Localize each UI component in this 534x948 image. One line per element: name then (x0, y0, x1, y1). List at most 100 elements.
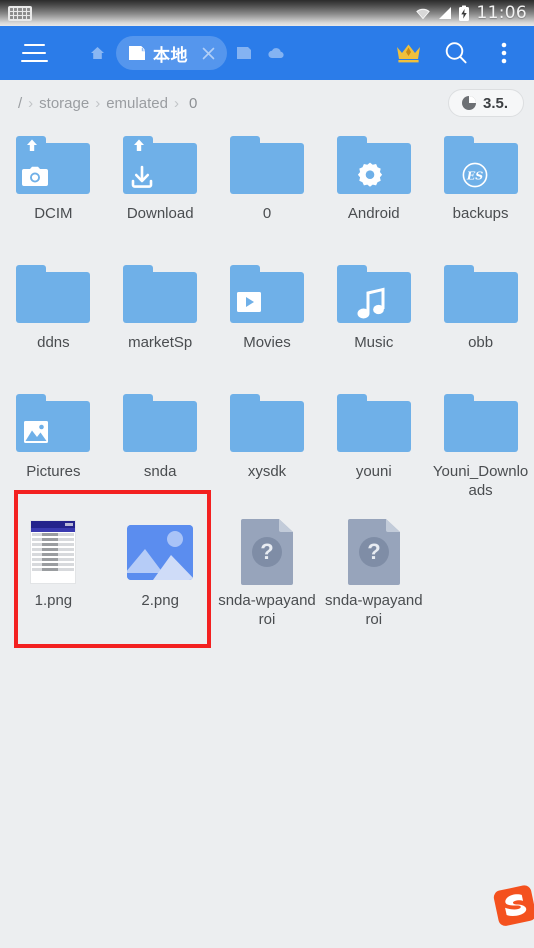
overflow-menu-icon[interactable] (482, 31, 526, 75)
music-note-icon (355, 287, 389, 321)
file-manager-screen: 11:06 本地 / › storage › emulated › 0 3.5.… (0, 0, 534, 948)
image-placeholder-icon-2-png (122, 521, 198, 583)
folder-icon-pictures (15, 392, 91, 454)
grid-item-label: xysdk (247, 463, 287, 480)
storage-badge-value: 3.5. (483, 94, 509, 112)
grid-item-label: Youni_Downloads (432, 463, 529, 499)
grid-item-2-png[interactable]: 2.png (107, 513, 214, 642)
pie-chart-icon (462, 96, 476, 110)
grid-item-label: backups (452, 205, 509, 222)
upload-arrow-icon (131, 138, 147, 154)
grid-item-obb[interactable]: obb (427, 255, 534, 384)
breadcrumb-item-storage[interactable]: storage (39, 95, 89, 112)
svg-text:?: ? (367, 539, 380, 564)
folder-icon-youni (336, 392, 412, 454)
breadcrumb-item-0[interactable]: 0 (185, 95, 197, 112)
hamburger-menu-icon[interactable] (12, 31, 56, 75)
grid-item-label: Android (347, 205, 400, 222)
search-icon[interactable] (434, 31, 478, 75)
cloud-icon-inactive[interactable] (261, 38, 291, 68)
folder-icon-music (336, 263, 412, 325)
question-mark-icon: ? (347, 519, 400, 585)
download-icon (127, 162, 157, 192)
status-bar-clock: 11:06 (476, 3, 527, 23)
status-bar: 11:06 (0, 0, 534, 26)
folder-icon-download (122, 134, 198, 196)
storage-badge[interactable]: 3.5. (448, 89, 524, 117)
grid-item-snda-wpayandroid-1[interactable]: ? snda-wpayandroi (214, 513, 321, 642)
grid-item-pictures[interactable]: Pictures (0, 384, 107, 513)
unknown-file-icon: ? (229, 519, 305, 585)
grid-item-1-png[interactable]: 1.png (0, 513, 107, 642)
folder-icon-movies (229, 263, 305, 325)
tab-strip: 本地 (82, 36, 291, 70)
gear-icon (355, 160, 385, 190)
folder-icon-dcim (15, 134, 91, 196)
grid-item-label: Pictures (26, 463, 81, 480)
toolbar-actions (386, 31, 534, 75)
question-mark-icon: ? (240, 519, 293, 585)
close-icon[interactable] (195, 40, 221, 66)
breadcrumb-separator: › (95, 94, 101, 112)
grid-item-label: snda (143, 463, 177, 480)
camera-icon (20, 162, 50, 192)
grid-item-dcim[interactable]: DCIM (0, 126, 107, 255)
grid-item-snda[interactable]: snda (107, 384, 214, 513)
grid-item-label: Download (126, 205, 194, 222)
folder-icon-youni-downloads (443, 392, 519, 454)
breadcrumb-separator: › (173, 94, 179, 112)
grid-item-label: marketSp (128, 334, 193, 351)
file-grid: DCIM Download 0 Android ES backups ddns … (0, 126, 534, 642)
unknown-file-icon: ? (336, 519, 412, 585)
folder-icon-snda (122, 392, 198, 454)
home-icon[interactable] (82, 38, 112, 68)
grid-item-label: snda-wpayandroi (324, 592, 423, 628)
grid-item-youni[interactable]: youni (320, 384, 427, 513)
picture-icon (21, 417, 51, 447)
tab-local-label: 本地 (153, 45, 188, 66)
folder-icon-obb (443, 263, 519, 325)
grid-item-label: DCIM (34, 205, 73, 222)
svg-text:?: ? (260, 539, 273, 564)
image-thumbnail-1-png (15, 520, 91, 584)
grid-item-label: 0 (262, 205, 272, 222)
grid-item-music[interactable]: Music (320, 255, 427, 384)
grid-item-marketsp[interactable]: marketSp (107, 255, 214, 384)
path-bar: / › storage › emulated › 0 3.5. (0, 80, 534, 126)
grid-item-youni-downloads[interactable]: Youni_Downloads (427, 384, 534, 513)
svg-text:ES: ES (465, 169, 482, 182)
grid-item-snda-wpayandroid-2[interactable]: ? snda-wpayandroi (320, 513, 427, 642)
upload-arrow-icon (24, 138, 40, 154)
grid-item-label: 1.png (34, 592, 73, 609)
es-logo-icon: ES (460, 160, 490, 190)
grid-item-xysdk[interactable]: xysdk (214, 384, 321, 513)
signal-icon (438, 7, 451, 19)
crown-icon[interactable] (386, 31, 430, 75)
breadcrumb: / › storage › emulated › 0 (0, 95, 197, 112)
breadcrumb-item-emulated[interactable]: emulated (106, 95, 168, 112)
folder-icon-android (336, 134, 412, 196)
sdcard-icon (129, 45, 145, 61)
folder-icon-marketsp (122, 263, 198, 325)
grid-item-download[interactable]: Download (107, 126, 214, 255)
grid-item-backups[interactable]: ES backups (427, 126, 534, 255)
play-icon (234, 287, 264, 317)
grid-item-label: ddns (37, 334, 70, 351)
grid-item-label: obb (468, 334, 494, 351)
grid-item-0[interactable]: 0 (214, 126, 321, 255)
wifi-icon (415, 8, 430, 20)
grid-item-label: Movies (243, 334, 291, 351)
tab-local[interactable]: 本地 (116, 36, 227, 70)
grid-item-label: youni (355, 463, 392, 480)
folder-icon-backups: ES (443, 134, 519, 196)
status-bar-left (0, 5, 32, 21)
sogou-logo-icon (492, 884, 534, 926)
app-toolbar: 本地 (0, 26, 534, 80)
grid-item-ddns[interactable]: ddns (0, 255, 107, 384)
grid-item-label: Music (354, 334, 394, 351)
grid-item-android[interactable]: Android (320, 126, 427, 255)
grid-item-label: 2.png (141, 592, 179, 609)
folder-icon-ddns (15, 263, 91, 325)
grid-item-movies[interactable]: Movies (214, 255, 321, 384)
sdcard-icon-inactive[interactable] (229, 38, 259, 68)
